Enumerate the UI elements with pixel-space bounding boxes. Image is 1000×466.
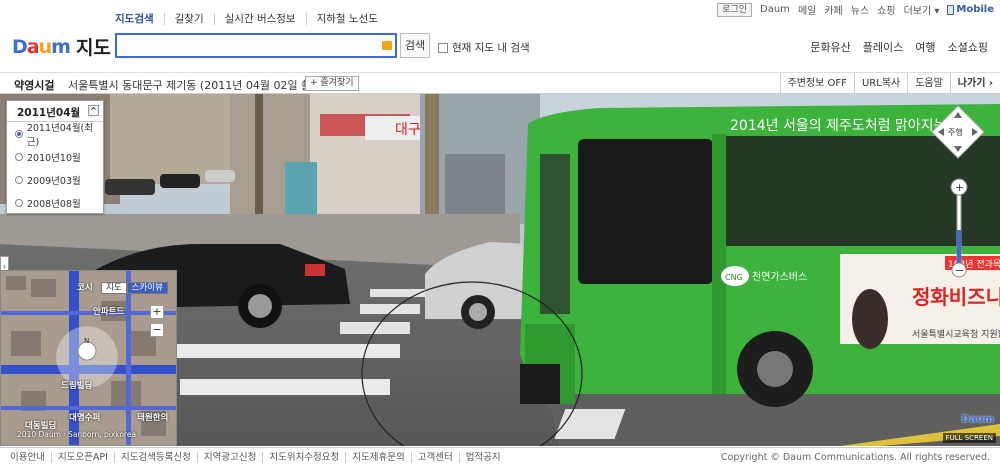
minimap-zoom-in-button[interactable]: + — [150, 305, 164, 319]
link-heritage[interactable]: 문화유산 — [810, 39, 850, 55]
footer-link-customer-center[interactable]: 고객센터 — [410, 452, 459, 463]
date-option-label: 2010년10월 — [27, 152, 81, 164]
tab-directions[interactable]: 길찾기 — [163, 13, 214, 25]
map-label: 태원한의 — [137, 413, 169, 423]
bus-ad-subtitle: 서울특별시교육청 지원합 — [912, 329, 1000, 340]
service-name: 지도 — [75, 37, 111, 59]
radio-icon[interactable] — [15, 152, 23, 161]
pan-compass-control[interactable]: 주행 — [930, 104, 986, 160]
search-button[interactable]: 검색 — [400, 33, 430, 58]
login-button[interactable]: 로그인 — [717, 2, 753, 17]
service-links: 문화유산 플레이스 여행 소셜쇼핑 — [810, 39, 988, 55]
date-option-2009-03[interactable]: 2009년03월 — [7, 168, 103, 191]
footer-links: 이용안내 지도오픈API 지도검색등록신청 지역광고신청 지도위치수정요청 지도… — [10, 452, 507, 463]
map-label: 안파트드 — [93, 307, 125, 317]
top-link-news[interactable]: 뉴스 — [851, 2, 869, 17]
svg-text:−: − — [955, 264, 964, 277]
search-input[interactable] — [115, 33, 397, 58]
link-place[interactable]: 플레이스 — [863, 39, 903, 55]
capture-date-value: 2011년04월 — [17, 107, 81, 119]
tab-bus-info[interactable]: 실시간 버스정보 — [213, 13, 306, 25]
add-favorite-button[interactable]: + 즐겨찾기 — [305, 76, 359, 91]
daum-map-page: 로그인 Daum 메일 카페 뉴스 쇼핑 더보기 ▾ Mobile Daum 지… — [0, 0, 1000, 466]
top-link-shopping[interactable]: 쇼핑 — [877, 2, 895, 17]
daum-map-logo[interactable]: Daum 지도 — [12, 33, 111, 60]
zoom-control[interactable]: + − — [950, 178, 968, 278]
bus-gas-label: 천연가스버스 — [752, 271, 807, 283]
link-travel[interactable]: 여행 — [915, 39, 935, 55]
copyright: Copyright © Daum Communications. All rig… — [720, 452, 990, 463]
footer-link-partnership[interactable]: 지도제휴문의 — [345, 452, 410, 463]
link-social-shopping[interactable]: 소셜쇼핑 — [948, 39, 988, 55]
capture-date-selected[interactable]: 2011년04월 ^ — [7, 101, 103, 122]
date-option-2010-10[interactable]: 2010년10월 — [7, 145, 103, 168]
date-option-label: 2008년08월 — [27, 198, 81, 210]
footer-link-local-ad[interactable]: 지역광고신청 — [196, 452, 262, 463]
footer-link-register[interactable]: 지도검색등록신청 — [113, 452, 197, 463]
drive-mode-label[interactable]: 주행 — [948, 127, 963, 137]
minimap-copyright: 2010 Daum · Sanborn, pixkorea — [17, 430, 137, 439]
mobile-link[interactable]: Mobile — [947, 4, 994, 15]
roadview-address: 서울특별시 동대문구 제기동 (2011년 04월 02일 촬영) — [68, 79, 326, 92]
fullscreen-button[interactable]: FULL SCREEN — [942, 433, 996, 443]
capture-date-panel: 2011년04월 ^ 2011년04월(최근) 2010년10월 2009년03… — [6, 100, 104, 214]
nav-tabs: 지도검색 길찾기 실시간 버스정보 지하철 노선도 — [115, 13, 388, 25]
footer: 이용안내 지도오픈API 지도검색등록신청 지역광고신청 지도위치수정요청 지도… — [0, 447, 1000, 466]
in-map-search-checkbox[interactable]: 현재 지도 내 검색 — [438, 40, 530, 55]
roadview-mode-label: 약영시걸 — [14, 79, 55, 92]
nearby-info-toggle[interactable]: 주변정보 OFF — [779, 73, 854, 94]
map-label: 드림빌딩 — [61, 381, 93, 391]
bus-banner: 2014년 서울의 제주도처럼 맑아지는 — [730, 118, 947, 134]
tab-subway-map[interactable]: 지하철 노선도 — [305, 13, 388, 25]
daum-watermark: Daum — [961, 414, 994, 425]
date-option-label: 2009년03월 — [27, 175, 81, 187]
minimap-tab-map[interactable]: 지도 — [101, 282, 127, 294]
bus-ad-title: 정화비즈니스 — [912, 285, 1000, 309]
minimap-zoom-out-button[interactable]: − — [150, 323, 164, 337]
date-option-label: 2011년04월(최근) — [26, 122, 94, 148]
copy-url-button[interactable]: URL복사 — [853, 73, 907, 94]
radio-icon[interactable] — [15, 198, 23, 207]
footer-link-legal[interactable]: 법적공지 — [458, 452, 507, 463]
search-dropdown-icon[interactable] — [382, 41, 392, 50]
map-label: 대명수퍼 — [69, 413, 101, 423]
top-link-mail[interactable]: 메일 — [798, 2, 816, 17]
radio-icon[interactable] — [15, 175, 23, 184]
bus-cng-badge: CNG — [725, 273, 743, 282]
svg-text:N: N — [84, 337, 89, 345]
radio-icon[interactable] — [15, 129, 23, 138]
map-label: 코시 — [77, 283, 93, 293]
footer-link-guide[interactable]: 이용안내 — [10, 452, 51, 463]
top-link-cafe[interactable]: 카페 — [824, 2, 842, 17]
collapse-icon[interactable]: ^ — [88, 105, 99, 116]
in-map-search-label: 현재 지도 내 검색 — [452, 42, 530, 54]
mobile-icon — [947, 4, 955, 15]
daum-logo: Daum — [12, 35, 71, 58]
minimap[interactable]: N 지도 스카이뷰 + − 코시 안파트드 드림빌딩 대명수퍼 대동빌딩 태원한… — [0, 270, 177, 446]
footer-link-location-fix[interactable]: 지도위치수정요청 — [262, 452, 345, 463]
shop-sign: 대구 — [395, 122, 421, 138]
date-option-2008-08[interactable]: 2008년08월 — [7, 191, 103, 214]
exit-button[interactable]: 나가기 › — [949, 73, 1000, 94]
top-link-daum[interactable]: Daum — [760, 4, 790, 15]
roadview-actions: 주변정보 OFF URL복사 도움말 나가기 › — [779, 73, 1000, 94]
top-link-more[interactable]: 더보기 ▾ — [904, 2, 940, 17]
date-option-2011-04[interactable]: 2011년04월(최근) — [7, 122, 103, 148]
help-button[interactable]: 도움말 — [907, 73, 950, 94]
minimap-tabs: 지도 스카이뷰 — [101, 282, 168, 294]
roadview-toolbar: 약영시걸 서울특별시 동대문구 제기동 (2011년 04월 02일 촬영) +… — [0, 72, 1000, 94]
minimap-tab-skyview[interactable]: 스카이뷰 — [126, 282, 168, 294]
svg-text:+: + — [955, 181, 964, 194]
top-utility-bar: 로그인 Daum 메일 카페 뉴스 쇼핑 더보기 ▾ Mobile — [717, 2, 994, 17]
mobile-label: Mobile — [956, 4, 994, 15]
footer-link-open-api[interactable]: 지도오픈API — [50, 452, 114, 463]
tab-map-search[interactable]: 지도검색 — [115, 13, 164, 25]
checkbox-icon[interactable] — [438, 42, 448, 53]
